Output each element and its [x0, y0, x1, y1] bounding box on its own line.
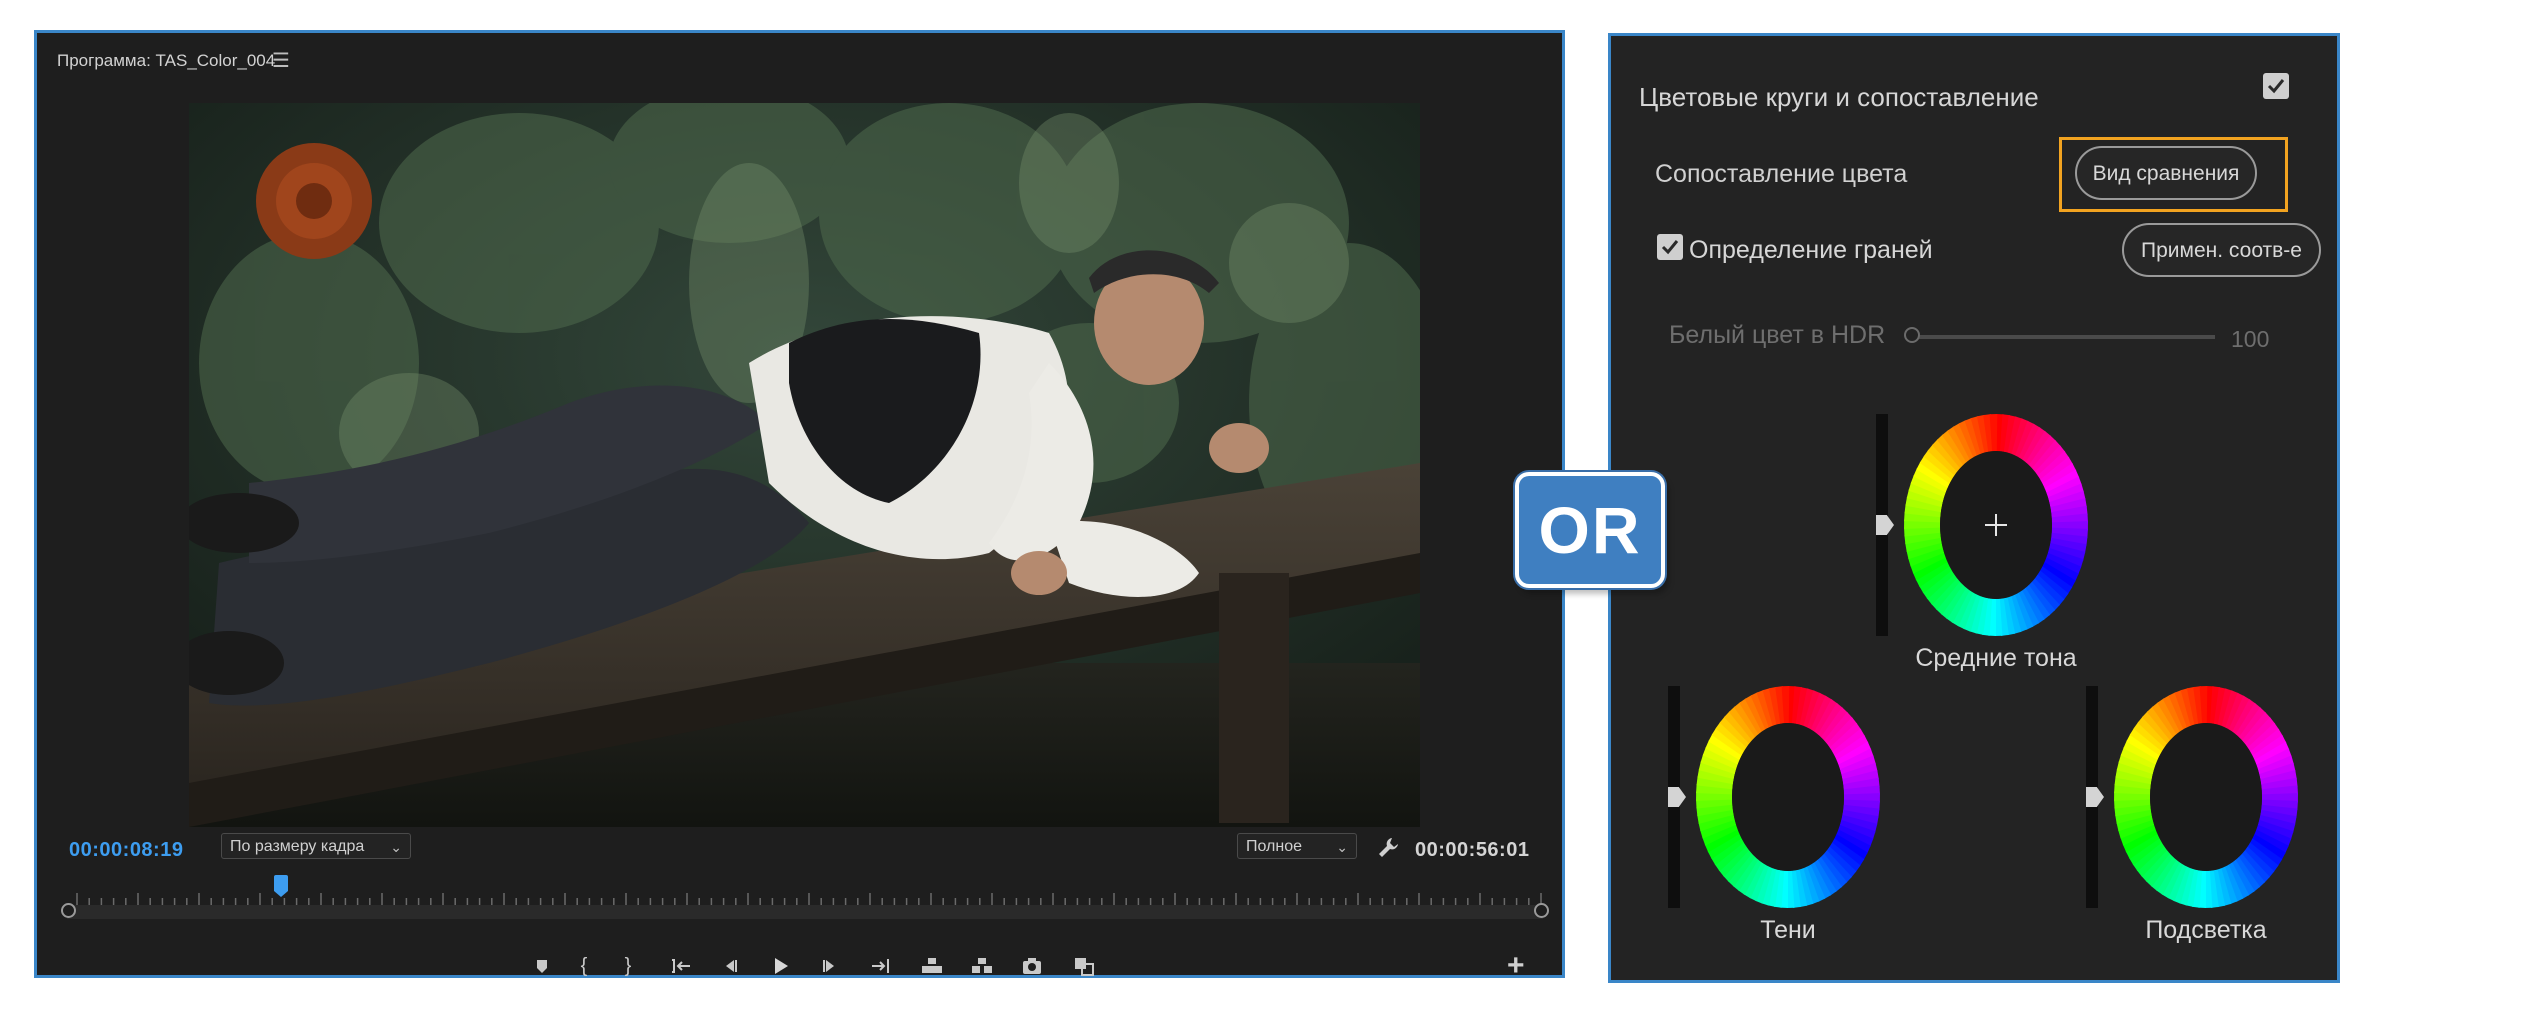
chevron-down-icon: ⌄	[1336, 839, 1348, 855]
monitor-title: Программа: TAS_Color_004	[57, 51, 276, 70]
step-back-icon	[726, 960, 737, 972]
step-back-button[interactable]	[713, 951, 747, 981]
fit-dropdown-value: По размеру кадра	[230, 838, 365, 855]
highlights-slider-handle[interactable]	[2086, 787, 2104, 807]
hdr-white-label: Белый цвет в HDR	[1669, 321, 1886, 349]
play-button[interactable]	[763, 951, 797, 981]
chevron-down-icon: ⌄	[390, 839, 402, 855]
face-detection-label: Определение граней	[1689, 236, 1933, 264]
hdr-white-slider[interactable]	[1911, 335, 2215, 339]
go-to-out-button[interactable]	[863, 951, 897, 981]
marker-icon	[537, 960, 547, 973]
apply-match-button[interactable]: Примен. соотв-е	[2122, 223, 2321, 277]
midtones-slider-handle[interactable]	[1876, 515, 1894, 535]
program-monitor: Программа: TAS_Color_004 ☰ 00:00:08:19 П…	[34, 30, 1565, 982]
section-title: Цветовые круги и сопоставление	[1639, 82, 2039, 112]
go-to-in-button[interactable]	[665, 951, 699, 981]
wheel-center[interactable]	[1732, 723, 1844, 871]
mark-in-button[interactable]: {	[567, 951, 601, 981]
go-to-out-icon	[872, 959, 889, 973]
wheel-center[interactable]	[2150, 723, 2262, 871]
play-icon	[775, 958, 788, 974]
highlights-label: Подсветка	[2145, 916, 2267, 944]
shadows-color-wheel[interactable]	[1696, 686, 1880, 908]
midtones-color-wheel[interactable]	[1904, 414, 2088, 636]
lift-icon	[922, 958, 942, 973]
plus-icon[interactable]: +	[1507, 949, 1525, 983]
video-image	[189, 103, 1420, 827]
highlights-color-wheel[interactable]	[2114, 686, 2298, 908]
extract-button[interactable]	[965, 951, 999, 981]
lift-button[interactable]	[915, 951, 949, 981]
step-forward-icon	[823, 960, 834, 972]
comparison-view-icon	[1075, 958, 1094, 976]
wrench-icon[interactable]	[1377, 836, 1399, 862]
comparison-view-button[interactable]	[1067, 951, 1101, 981]
playhead[interactable]	[274, 875, 289, 897]
shadows-slider-handle[interactable]	[1668, 787, 1686, 807]
timeline-track[interactable]	[67, 905, 1543, 919]
hdr-white-slider-handle[interactable]	[1904, 327, 1920, 343]
shadows-label: Тени	[1760, 916, 1816, 944]
fit-dropdown[interactable]: По размеру кадра ⌄	[221, 833, 411, 859]
current-timecode[interactable]: 00:00:08:19	[69, 839, 183, 862]
duration-timecode: 00:00:56:01	[1415, 839, 1530, 861]
or-badge: OR	[1515, 472, 1665, 588]
section-enable-checkbox[interactable]	[2263, 73, 2289, 99]
camera-icon	[1023, 958, 1041, 974]
mark-out-button[interactable]: }	[611, 951, 645, 981]
mark-out-icon: }	[624, 955, 632, 977]
go-to-in-icon	[672, 959, 690, 973]
hamburger-menu-icon[interactable]: ☰	[272, 48, 290, 73]
hdr-white-value[interactable]: 100	[2231, 326, 2269, 353]
lumetri-color-panel: Цветовые круги и сопоставление Сопоставл…	[1608, 33, 2340, 983]
add-marker-button[interactable]	[525, 951, 559, 981]
midtones-label: Средние тона	[1915, 644, 2077, 672]
video-frame[interactable]	[189, 103, 1420, 827]
checkmark-icon	[2267, 79, 2285, 94]
comparison-view-button[interactable]: Вид сравнения	[2075, 146, 2257, 200]
out-point-handle[interactable]	[1534, 903, 1549, 918]
face-detection-checkbox[interactable]	[1657, 234, 1683, 260]
extract-icon	[972, 958, 992, 973]
checkmark-icon	[1661, 240, 1679, 255]
color-match-label: Сопоставление цвета	[1655, 160, 1908, 188]
in-point-handle[interactable]	[61, 903, 76, 918]
quality-dropdown[interactable]: Полное ⌄	[1237, 833, 1357, 859]
mark-in-icon: {	[580, 955, 588, 977]
quality-dropdown-value: Полное	[1246, 838, 1303, 855]
export-frame-button[interactable]	[1015, 951, 1049, 981]
step-forward-button[interactable]	[813, 951, 847, 981]
